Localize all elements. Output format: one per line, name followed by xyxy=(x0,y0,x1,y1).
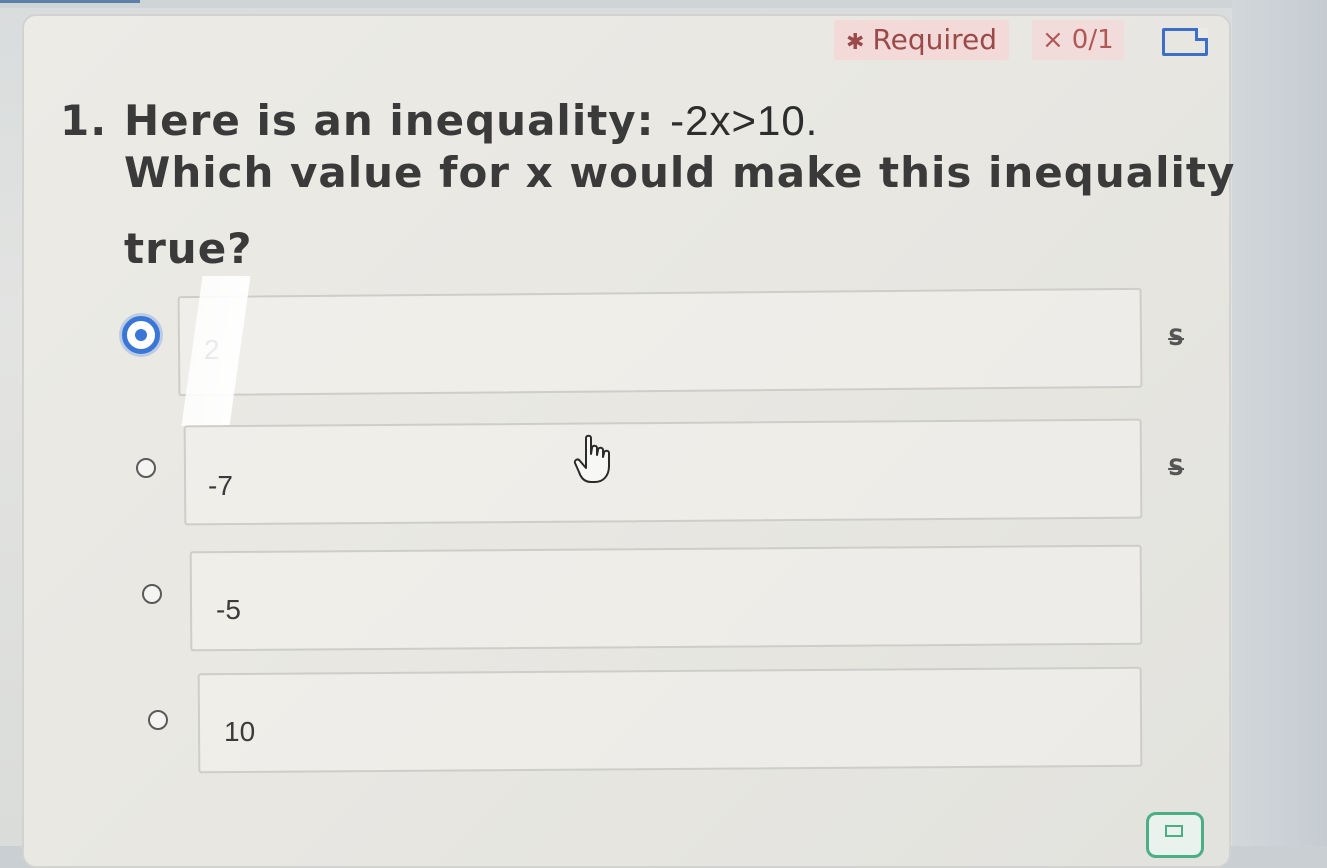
top-strip xyxy=(0,0,1327,8)
bookmark-icon[interactable] xyxy=(1162,28,1208,56)
strikethrough-icon[interactable]: S xyxy=(1168,456,1184,481)
notepad-icon[interactable] xyxy=(1146,812,1204,858)
strikethrough-icon[interactable]: S xyxy=(1168,326,1184,351)
incorrect-x-icon: × xyxy=(1042,25,1064,55)
right-margin xyxy=(1232,0,1327,846)
answer-box[interactable] xyxy=(177,287,1143,397)
radio-button[interactable] xyxy=(148,710,168,730)
answer-box[interactable] xyxy=(183,418,1143,526)
question-text-line-2: Which value for x would make this inequa… xyxy=(124,148,1236,197)
required-star-icon: ✱ xyxy=(846,30,865,55)
question-number: 1. xyxy=(60,96,108,145)
question-text-line-3: true? xyxy=(124,224,253,273)
question-text-line-1: Here is an inequality: -2x>10. xyxy=(124,96,818,145)
radio-button-selected[interactable] xyxy=(122,316,160,354)
answer-option-1[interactable]: 2 S xyxy=(120,287,1190,397)
answer-value: -7 xyxy=(208,470,233,501)
required-badge: ✱ Required xyxy=(834,20,1010,60)
top-accent-line xyxy=(0,0,140,3)
inequality-expression: -2x>10. xyxy=(670,97,819,144)
answer-value: 10 xyxy=(224,716,256,747)
hand-pointer-icon xyxy=(573,434,610,483)
answer-option-4[interactable]: 10 xyxy=(120,666,1190,774)
answer-box[interactable] xyxy=(189,544,1143,652)
required-label: Required xyxy=(872,23,998,56)
answer-box[interactable] xyxy=(197,666,1143,774)
radio-button[interactable] xyxy=(142,584,162,604)
answer-value: -5 xyxy=(216,594,241,625)
answer-option-2[interactable]: -7 S xyxy=(120,418,1190,526)
answer-option-3[interactable]: -5 xyxy=(120,544,1190,652)
score-badge: × 0/1 xyxy=(1032,20,1124,60)
score-value: 0/1 xyxy=(1071,25,1114,55)
question-prompt: Here is an inequality: xyxy=(124,96,671,145)
radio-button[interactable] xyxy=(136,458,156,478)
